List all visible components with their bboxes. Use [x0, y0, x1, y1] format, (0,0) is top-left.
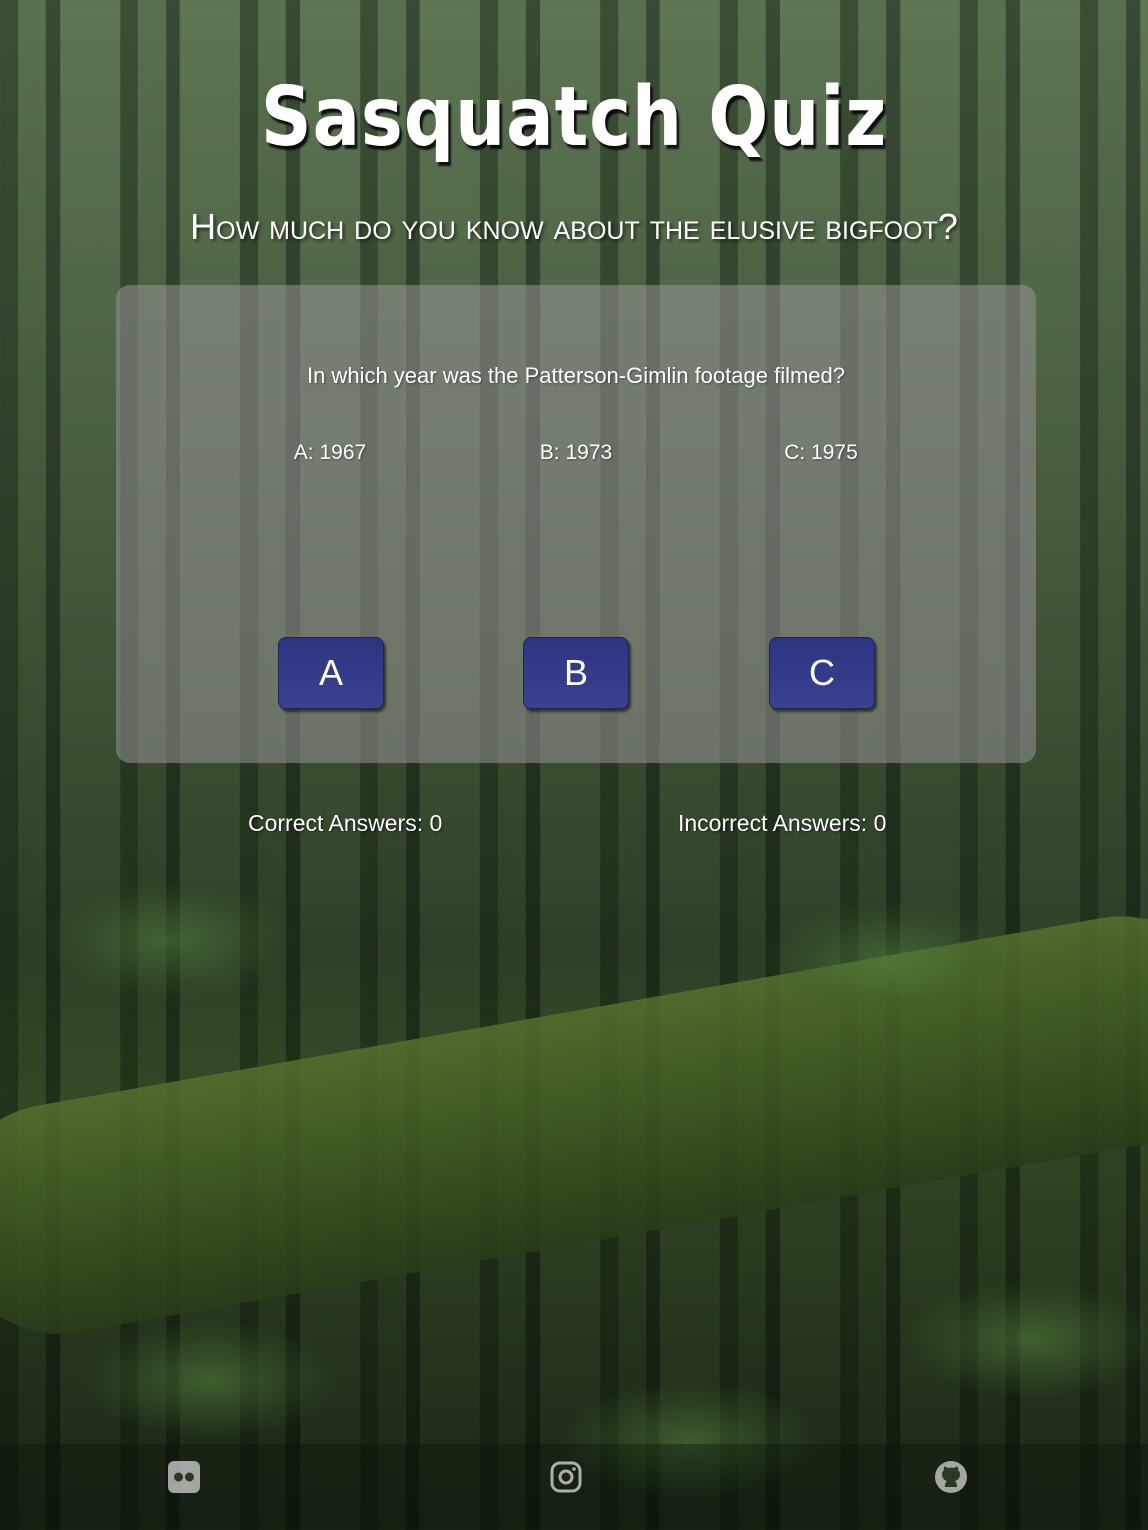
- option-b-text: B: 1973: [539, 441, 613, 464]
- correct-answers-count: Correct Answers: 0: [248, 810, 443, 836]
- answer-c-button[interactable]: C: [769, 637, 875, 709]
- option-a-text: A: 1967: [293, 441, 367, 464]
- incorrect-answers-count: Incorrect Answers: 0: [678, 810, 887, 836]
- answer-a-button[interactable]: A: [278, 637, 384, 709]
- flickr-icon[interactable]: [167, 1460, 201, 1494]
- fern-decoration: [40, 880, 300, 1000]
- instagram-icon[interactable]: [549, 1460, 583, 1494]
- option-c-text: C: 1975: [784, 441, 858, 464]
- answer-b-button[interactable]: B: [523, 637, 629, 709]
- footer-bar: [0, 1444, 1148, 1530]
- question-text: In which year was the Patterson-Gimlin f…: [306, 363, 846, 388]
- page-subtitle: How much do you know about the elusive b…: [190, 206, 958, 247]
- fern-decoration: [760, 900, 1020, 1020]
- github-icon[interactable]: [934, 1460, 968, 1494]
- page-title: Sasquatch Quiz: [260, 70, 888, 165]
- quiz-panel: In which year was the Patterson-Gimlin f…: [116, 285, 1036, 763]
- fern-decoration: [80, 1320, 340, 1440]
- fern-decoration: [900, 1280, 1148, 1400]
